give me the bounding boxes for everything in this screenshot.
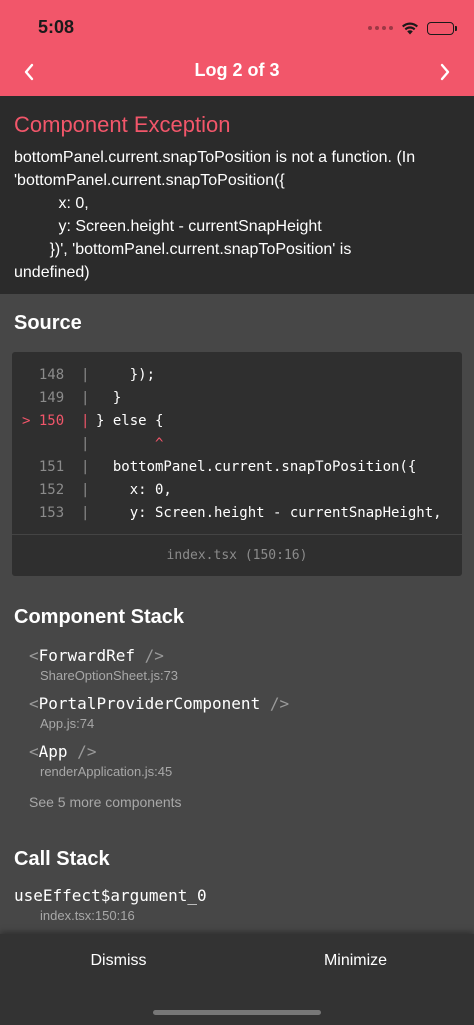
tag-open: < [29, 694, 39, 713]
code-line-caret: | ^ [12, 433, 462, 456]
stack-frame[interactable]: <ForwardRef /> ShareOptionSheet.js:73 [29, 646, 178, 683]
stack-frame-file: App.js:74 [40, 716, 95, 731]
line-gutter: 152 | [22, 482, 90, 498]
source-title: Source [14, 312, 82, 334]
next-log-button[interactable] [430, 58, 460, 86]
exception-title: Component Exception [14, 112, 231, 137]
status-icons [368, 20, 457, 36]
line-gutter: | [22, 436, 90, 452]
line-gutter: 153 | [22, 505, 90, 521]
line-gutter: > 150 | [22, 413, 90, 429]
home-indicator [153, 1010, 321, 1015]
signal-icon [368, 26, 393, 30]
line-code: x: 0, [96, 482, 172, 498]
call-frame-name: useEffect$argument_0 [14, 886, 207, 905]
code-line: 152 | x: 0, [12, 479, 462, 502]
component-name: PortalProviderComponent [38, 694, 261, 713]
see-more-components-link[interactable]: See 5 more components [29, 794, 182, 810]
line-code: } else { [96, 413, 164, 429]
line-code: y: Screen.height - currentSnapHeight, [96, 505, 442, 521]
exception-message: bottomPanel.current.snapToPosition is no… [14, 149, 416, 281]
component-name: ForwardRef [38, 646, 135, 665]
code-line: 148 | }); [12, 364, 462, 387]
call-stack-title: Call Stack [14, 848, 110, 870]
status-time: 5:08 [38, 17, 75, 37]
wifi-icon [402, 22, 418, 35]
tag-open: < [29, 646, 39, 665]
tag-close: /> [67, 742, 97, 761]
call-frame[interactable]: useEffect$argument_0 index.tsx:150:16 [14, 886, 207, 923]
code-line: 151 | bottomPanel.current.snapToPosition… [12, 456, 462, 479]
exception-panel: Component Exception bottomPanel.current.… [0, 96, 474, 294]
call-frame-file: index.tsx:150:16 [40, 908, 135, 923]
stack-frame[interactable]: <App /> renderApplication.js:45 [29, 742, 172, 779]
stack-frame[interactable]: <PortalProviderComponent /> App.js:74 [29, 694, 289, 731]
line-code: }); [96, 367, 156, 383]
tag-close: /> [134, 646, 164, 665]
minimize-button[interactable]: Minimize [237, 952, 474, 970]
code-line: 153 | y: Screen.height - currentSnapHeig… [12, 502, 462, 525]
battery-icon [427, 21, 457, 35]
stack-frame-file: renderApplication.js:45 [40, 764, 173, 779]
stack-frame-name: <PortalProviderComponent /> [29, 694, 289, 713]
code-frame[interactable]: 148 | }); 149 | } > 150 | } else { | ^ 1… [12, 352, 462, 576]
line-gutter: 148 | [22, 367, 90, 383]
line-code: } [96, 390, 122, 406]
code-line: 149 | } [12, 387, 462, 410]
stack-frame-file: ShareOptionSheet.js:73 [40, 668, 179, 683]
code-lines: 148 | }); 149 | } > 150 | } else { | ^ 1… [12, 364, 462, 525]
component-stack-title: Component Stack [14, 606, 185, 628]
tag-open: < [29, 742, 39, 761]
tag-close: /> [260, 694, 290, 713]
line-gutter: 151 | [22, 459, 90, 475]
source-location: index.tsx (150:16) [12, 534, 462, 576]
header-bar: 5:08 Log 2 of 3 [0, 0, 474, 96]
nav-title: Log 2 of 3 [194, 60, 280, 80]
line-gutter: 149 | [22, 390, 90, 406]
dismiss-button[interactable]: Dismiss [0, 952, 237, 970]
code-line-highlighted: > 150 | } else { [12, 410, 462, 433]
stack-frame-name: <App /> [29, 742, 172, 761]
component-name: App [38, 742, 68, 761]
caret-marker: ^ [96, 436, 164, 452]
chevron-right-icon [440, 63, 450, 81]
line-code: bottomPanel.current.snapToPosition({ [96, 459, 417, 475]
stack-frame-name: <ForwardRef /> [29, 646, 178, 665]
